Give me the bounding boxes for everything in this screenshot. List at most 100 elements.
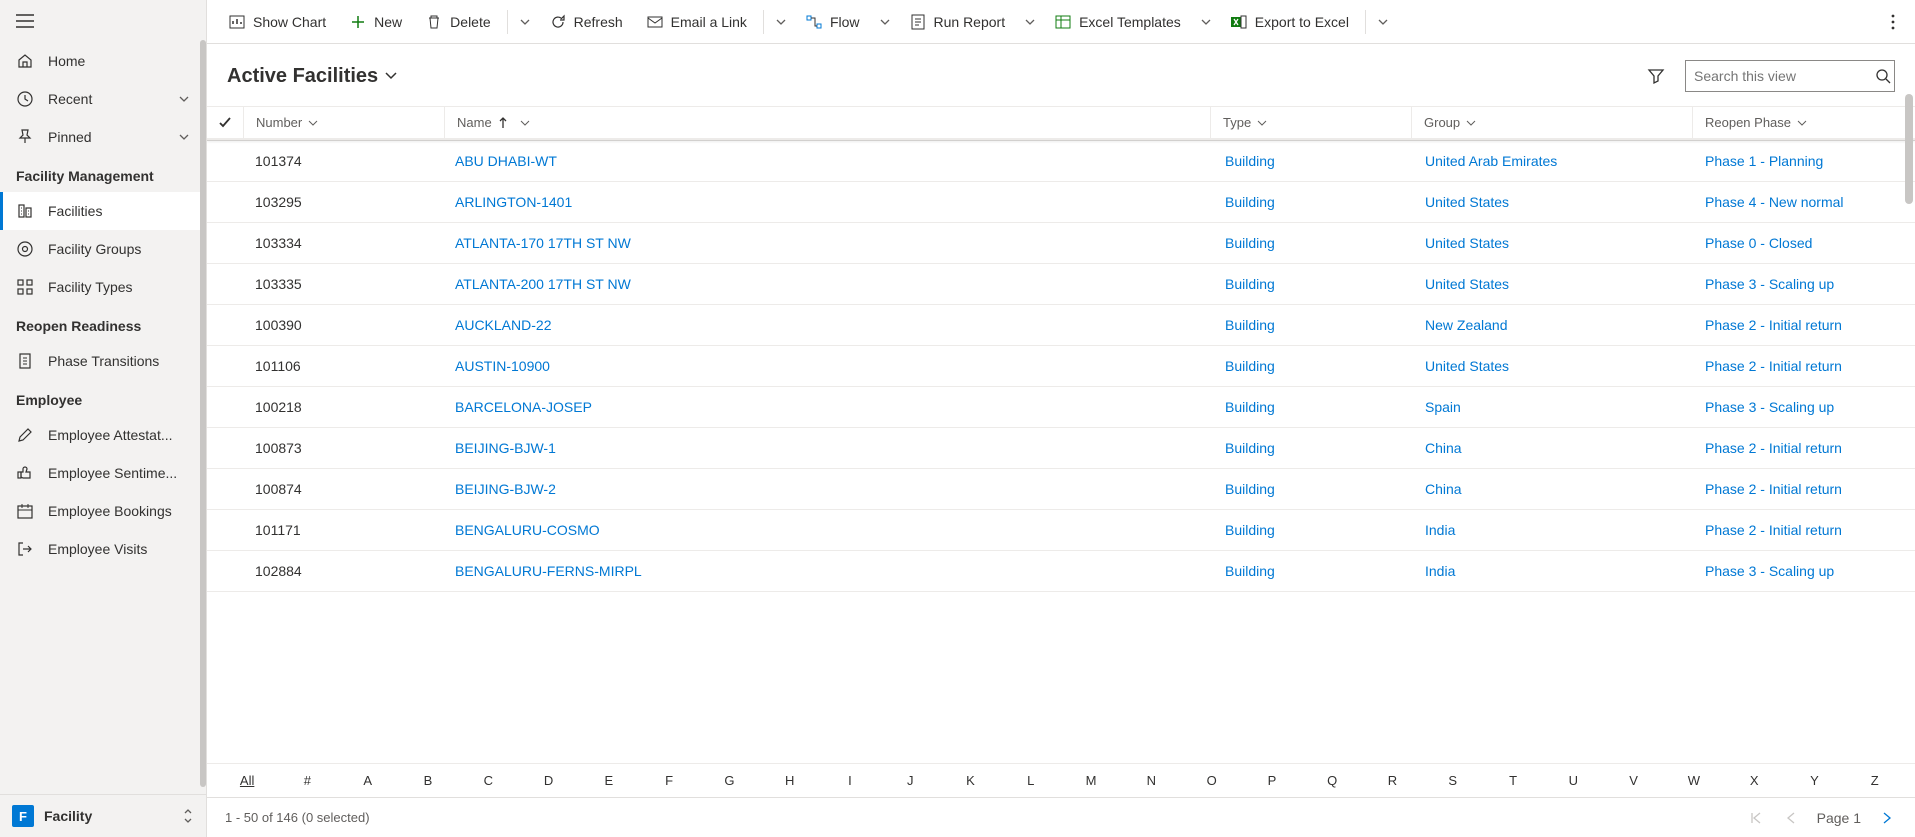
filter-button[interactable] (1641, 61, 1671, 91)
cell-phase[interactable]: Phase 3 - Scaling up (1693, 563, 1903, 579)
search-input[interactable] (1694, 68, 1875, 84)
next-page-button[interactable] (1875, 807, 1897, 829)
cell-phase[interactable]: Phase 2 - Initial return (1693, 440, 1903, 456)
select-all-column[interactable] (207, 107, 243, 138)
nav-pinned[interactable]: Pinned (0, 118, 206, 156)
alpha-k[interactable]: K (940, 765, 1000, 796)
sidebar-item-facility-groups[interactable]: Facility Groups (0, 230, 206, 268)
excel-templates-button[interactable]: Excel Templates (1045, 6, 1191, 38)
cell-group[interactable]: United Arab Emirates (1413, 153, 1693, 169)
alpha-b[interactable]: B (398, 765, 458, 796)
cell-phase[interactable]: Phase 2 - Initial return (1693, 481, 1903, 497)
alpha-d[interactable]: D (518, 765, 578, 796)
cell-group[interactable]: India (1413, 563, 1693, 579)
alpha-u[interactable]: U (1543, 765, 1603, 796)
alpha-i[interactable]: I (820, 765, 880, 796)
alpha-all[interactable]: All (217, 765, 277, 796)
grid-scrollbar[interactable] (1905, 94, 1913, 763)
show-chart-button[interactable]: Show Chart (219, 6, 336, 38)
cell-name[interactable]: ABU DHABI-WT (443, 153, 1213, 169)
sidebar-item-facility-types[interactable]: Facility Types (0, 268, 206, 306)
search-box[interactable] (1685, 60, 1895, 92)
alpha-j[interactable]: J (880, 765, 940, 796)
cell-type[interactable]: Building (1213, 153, 1413, 169)
alpha-p[interactable]: P (1242, 765, 1302, 796)
cell-phase[interactable]: Phase 0 - Closed (1693, 235, 1903, 251)
sidebar-scrollbar[interactable] (200, 40, 206, 787)
cell-name[interactable]: BEIJING-BJW-1 (443, 440, 1213, 456)
column-number[interactable]: Number (244, 107, 444, 138)
alpha-q[interactable]: Q (1302, 765, 1362, 796)
table-row[interactable]: 102884 BENGALURU-FERNS-MIRPL Building In… (207, 551, 1915, 592)
nav-recent[interactable]: Recent (0, 80, 206, 118)
email-split-chevron[interactable] (770, 11, 792, 33)
cell-phase[interactable]: Phase 3 - Scaling up (1693, 276, 1903, 292)
delete-split-chevron[interactable] (514, 11, 536, 33)
flow-button[interactable]: Flow (796, 6, 870, 38)
alpha-m[interactable]: M (1061, 765, 1121, 796)
cell-phase[interactable]: Phase 4 - New normal (1693, 194, 1903, 210)
alpha-f[interactable]: F (639, 765, 699, 796)
cell-name[interactable]: AUCKLAND-22 (443, 317, 1213, 333)
table-row[interactable]: 103334 ATLANTA-170 17TH ST NW Building U… (207, 223, 1915, 264)
cell-phase[interactable]: Phase 2 - Initial return (1693, 317, 1903, 333)
alpha-e[interactable]: E (579, 765, 639, 796)
cell-type[interactable]: Building (1213, 522, 1413, 538)
cell-group[interactable]: China (1413, 440, 1693, 456)
table-row[interactable]: 101171 BENGALURU-COSMO Building India Ph… (207, 510, 1915, 551)
alpha-t[interactable]: T (1483, 765, 1543, 796)
column-name[interactable]: Name (445, 107, 1210, 138)
alpha-x[interactable]: X (1724, 765, 1784, 796)
refresh-button[interactable]: Refresh (540, 6, 633, 38)
cell-type[interactable]: Building (1213, 317, 1413, 333)
hamburger-button[interactable] (0, 0, 206, 42)
cell-group[interactable]: Spain (1413, 399, 1693, 415)
alpha-g[interactable]: G (699, 765, 759, 796)
cell-group[interactable]: New Zealand (1413, 317, 1693, 333)
cell-name[interactable]: BARCELONA-JOSEP (443, 399, 1213, 415)
table-row[interactable]: 100874 BEIJING-BJW-2 Building China Phas… (207, 469, 1915, 510)
table-row[interactable]: 101374 ABU DHABI-WT Building United Arab… (207, 141, 1915, 182)
cell-type[interactable]: Building (1213, 399, 1413, 415)
alpha-l[interactable]: L (1001, 765, 1061, 796)
sidebar-item-employee-sentime-[interactable]: Employee Sentime... (0, 454, 206, 492)
prev-page-button[interactable] (1781, 807, 1803, 829)
cell-type[interactable]: Building (1213, 235, 1413, 251)
table-row[interactable]: 101106 AUSTIN-10900 Building United Stat… (207, 346, 1915, 387)
cell-type[interactable]: Building (1213, 276, 1413, 292)
cell-name[interactable]: BENGALURU-FERNS-MIRPL (443, 563, 1213, 579)
table-row[interactable]: 103335 ATLANTA-200 17TH ST NW Building U… (207, 264, 1915, 305)
cell-type[interactable]: Building (1213, 563, 1413, 579)
cell-phase[interactable]: Phase 2 - Initial return (1693, 358, 1903, 374)
cell-name[interactable]: ATLANTA-200 17TH ST NW (443, 276, 1213, 292)
alpha-#[interactable]: # (277, 765, 337, 796)
view-selector[interactable]: Active Facilities (227, 65, 398, 88)
cell-phase[interactable]: Phase 2 - Initial return (1693, 522, 1903, 538)
export-excel-chevron[interactable] (1372, 11, 1394, 33)
alpha-c[interactable]: C (458, 765, 518, 796)
cell-group[interactable]: United States (1413, 276, 1693, 292)
cell-group[interactable]: India (1413, 522, 1693, 538)
excel-templates-chevron[interactable] (1195, 11, 1217, 33)
nav-home[interactable]: Home (0, 42, 206, 80)
table-row[interactable]: 100218 BARCELONA-JOSEP Building Spain Ph… (207, 387, 1915, 428)
alpha-h[interactable]: H (760, 765, 820, 796)
sidebar-area-switcher[interactable]: F Facility (0, 794, 206, 837)
first-page-button[interactable] (1745, 807, 1767, 829)
alpha-w[interactable]: W (1664, 765, 1724, 796)
cell-phase[interactable]: Phase 1 - Planning (1693, 153, 1903, 169)
flow-chevron[interactable] (874, 11, 896, 33)
run-report-button[interactable]: Run Report (900, 6, 1016, 38)
alpha-v[interactable]: V (1603, 765, 1663, 796)
cell-group[interactable]: China (1413, 481, 1693, 497)
email-link-button[interactable]: Email a Link (637, 6, 757, 38)
alpha-s[interactable]: S (1423, 765, 1483, 796)
run-report-chevron[interactable] (1019, 11, 1041, 33)
delete-button[interactable]: Delete (416, 6, 500, 38)
sidebar-item-employee-visits[interactable]: Employee Visits (0, 530, 206, 568)
table-row[interactable]: 100390 AUCKLAND-22 Building New Zealand … (207, 305, 1915, 346)
cell-phase[interactable]: Phase 3 - Scaling up (1693, 399, 1903, 415)
cell-group[interactable]: United States (1413, 194, 1693, 210)
cell-type[interactable]: Building (1213, 194, 1413, 210)
table-row[interactable]: 103295 ARLINGTON-1401 Building United St… (207, 182, 1915, 223)
